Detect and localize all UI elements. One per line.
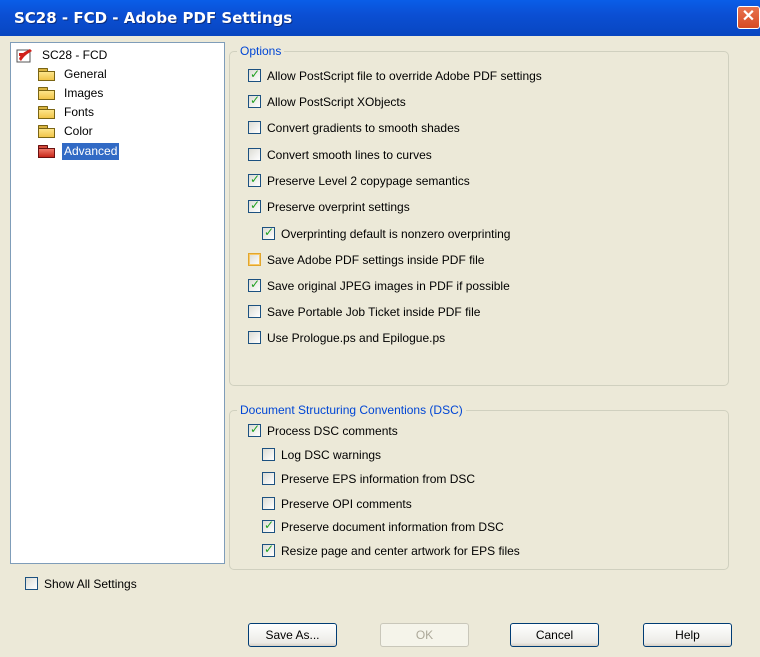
save-as-button[interactable]: Save As...: [248, 623, 337, 647]
checkbox-label: Process DSC comments: [267, 424, 398, 438]
checkbox-box[interactable]: [262, 472, 275, 485]
checkbox-label: Show All Settings: [44, 577, 137, 591]
checkbox-box[interactable]: [248, 305, 261, 318]
folder-icon: [38, 87, 56, 100]
checkbox-box[interactable]: [248, 121, 261, 134]
tree-item-label: Images: [64, 86, 104, 100]
checkbox-box[interactable]: ✓: [262, 542, 275, 557]
tree-item-images[interactable]: Images: [38, 85, 138, 102]
check-icon: ✓: [250, 67, 261, 81]
checkbox-label: Save Portable Job Ticket inside PDF file: [267, 305, 481, 319]
check-icon: ✓: [264, 225, 275, 239]
checkbox-label: Log DSC warnings: [281, 448, 382, 462]
checkbox-box[interactable]: ✓: [248, 277, 261, 292]
tree-item-fonts[interactable]: Fonts: [38, 104, 138, 121]
folder-open-icon: [38, 145, 56, 158]
tree-item-advanced[interactable]: Advanced: [38, 143, 148, 160]
close-button[interactable]: ✕: [737, 6, 760, 29]
check-icon: ✓: [250, 93, 261, 107]
ok-button[interactable]: OK: [380, 623, 469, 647]
check-icon: ✓: [264, 518, 275, 532]
checkbox-label: Convert gradients to smooth shades: [267, 121, 460, 135]
title-bar: SC28 - FCD - Adobe PDF Settings ✕: [0, 0, 760, 36]
checkbox-label: Use Prologue.ps and Epilogue.ps: [267, 331, 446, 345]
pdf-settings-icon: [16, 49, 32, 63]
checkbox-box[interactable]: [25, 577, 38, 590]
cancel-button[interactable]: Cancel: [510, 623, 599, 647]
checkbox-label: Save original JPEG images in PDF if poss…: [267, 279, 510, 293]
checkbox-label: Allow PostScript file to override Adobe …: [267, 69, 542, 83]
window-title: SC28 - FCD - Adobe PDF Settings: [14, 9, 293, 27]
tree-item-color[interactable]: Color: [38, 123, 138, 140]
check-icon: ✓: [250, 198, 261, 212]
checkbox-label: Preserve EPS information from DSC: [281, 472, 476, 486]
checkbox-box[interactable]: [248, 148, 261, 161]
checkbox-box[interactable]: ✓: [262, 225, 275, 240]
checkbox-label: Save Adobe PDF settings inside PDF file: [267, 253, 485, 267]
checkbox-label: Allow PostScript XObjects: [267, 95, 406, 109]
tree-item-label: Color: [64, 124, 93, 138]
folder-icon: [38, 68, 56, 81]
settings-tree: SC28 - FCD General Images Fonts Color Ad…: [10, 42, 225, 564]
dsc-group-label: Document Structuring Conventions (DSC): [237, 403, 466, 417]
checkbox-box[interactable]: ✓: [248, 93, 261, 108]
close-icon: ✕: [741, 8, 756, 25]
checkbox-box[interactable]: ✓: [262, 518, 275, 533]
check-icon: ✓: [250, 422, 261, 436]
checkbox-box[interactable]: ✓: [248, 67, 261, 82]
check-icon: ✓: [250, 172, 261, 186]
check-icon: ✓: [250, 277, 261, 291]
checkbox-box[interactable]: [248, 331, 261, 344]
folder-icon: [38, 125, 56, 138]
tree-item-general[interactable]: General: [38, 66, 138, 83]
tree-item-label: Advanced: [62, 143, 120, 160]
tree-item-label: Fonts: [64, 105, 95, 119]
checkbox-box[interactable]: [248, 253, 261, 266]
checkbox-label: Preserve OPI comments: [281, 497, 412, 511]
checkbox-label: Resize page and center artwork for EPS f…: [281, 544, 520, 558]
check-icon: ✓: [264, 542, 275, 556]
help-button[interactable]: Help: [643, 623, 732, 647]
options-group-label: Options: [237, 44, 285, 58]
checkbox-label: Preserve document information from DSC: [281, 520, 504, 534]
checkbox-box[interactable]: [262, 448, 275, 461]
checkbox-label: Preserve overprint settings: [267, 200, 410, 214]
checkbox-box[interactable]: ✓: [248, 172, 261, 187]
checkbox-label: Overprinting default is nonzero overprin…: [281, 227, 511, 241]
checkbox-box[interactable]: ✓: [248, 422, 261, 437]
folder-icon: [38, 106, 56, 119]
tree-item-label: General: [64, 67, 107, 81]
checkbox-box[interactable]: [262, 497, 275, 510]
tree-root-sc28-fcd[interactable]: SC28 - FCD: [16, 47, 136, 64]
checkbox-box[interactable]: ✓: [248, 198, 261, 213]
checkbox-label: Preserve Level 2 copypage semantics: [267, 174, 470, 188]
tree-root-label: SC28 - FCD: [42, 48, 108, 62]
checkbox-label: Convert smooth lines to curves: [267, 148, 432, 162]
